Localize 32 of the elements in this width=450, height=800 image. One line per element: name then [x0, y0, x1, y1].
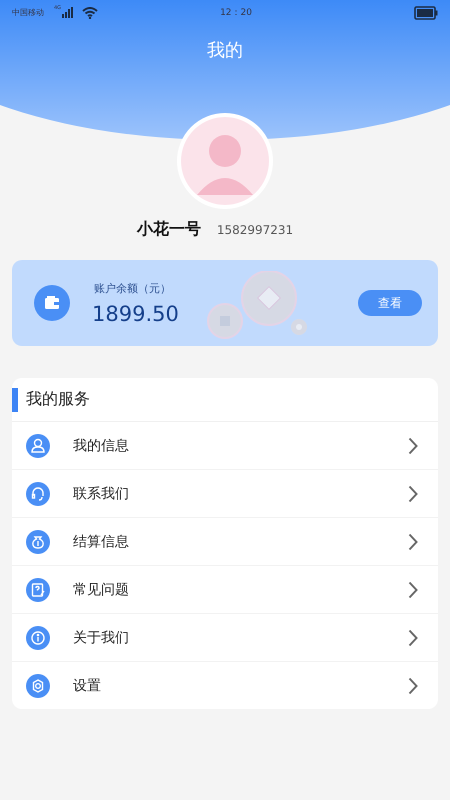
phone-number: 1582997231	[216, 223, 294, 237]
wallet-icon	[34, 285, 70, 321]
battery-icon	[414, 6, 438, 20]
info-icon	[26, 626, 50, 650]
question-icon	[26, 578, 50, 602]
menu-item[interactable]: 常见问题	[12, 566, 438, 614]
money-bag-icon	[26, 530, 50, 554]
carrier-name: 中国移动	[12, 7, 44, 18]
accent-bar	[12, 388, 18, 412]
menu-item[interactable]: 我的信息	[12, 422, 438, 470]
page-title: 我的	[206, 39, 244, 62]
signal-icon	[62, 7, 74, 18]
chevron-icon	[408, 628, 418, 646]
clock-time: 12：20	[220, 7, 253, 19]
chevron-icon	[408, 676, 418, 694]
balance-label: 账户余额（元）	[94, 280, 172, 296]
wifi-icon	[82, 6, 98, 18]
settings-icon	[26, 674, 50, 698]
menu-item[interactable]: 关于我们	[12, 614, 438, 662]
headset-icon	[26, 482, 50, 506]
chevron-icon	[408, 532, 418, 550]
chevron-icon	[408, 436, 418, 454]
user-name: 小花一号	[136, 219, 201, 240]
user-icon	[26, 434, 50, 458]
chevron-icon	[408, 580, 418, 598]
avatar-icon	[177, 113, 273, 209]
menu-item[interactable]: 结算信息	[12, 518, 438, 566]
menu-item[interactable]: 设置	[12, 662, 438, 709]
section-title: 我的服务	[26, 389, 90, 410]
chevron-icon	[408, 484, 418, 502]
balance-amount: 1899.50	[92, 302, 179, 326]
menu-item[interactable]: 联系我们	[12, 470, 438, 518]
